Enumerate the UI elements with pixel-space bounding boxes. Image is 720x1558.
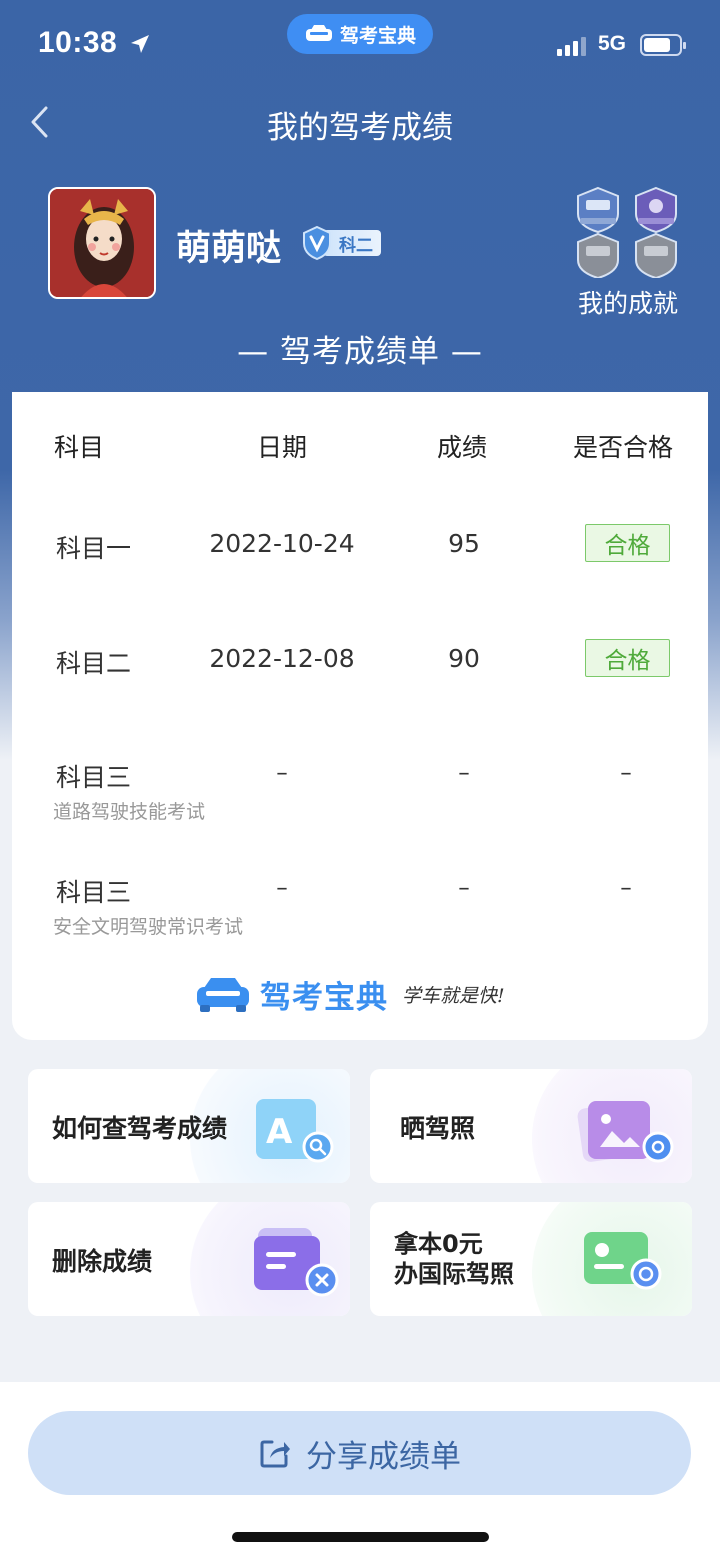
home-indicator xyxy=(232,1532,489,1542)
pass-badge: 合格 xyxy=(585,524,670,562)
row-score: 95 xyxy=(448,529,480,558)
tile-international-license[interactable]: 拿本0元 办国际驾照 xyxy=(370,1202,692,1316)
row-subject: 科目二 xyxy=(56,649,132,678)
score-sheet-card: 科目 日期 成绩 是否合格 科目一 2022-10-24 95 合格 科目二 2… xyxy=(12,392,708,1040)
row-score: – xyxy=(458,875,470,901)
share-button-label: 分享成绩单 xyxy=(306,1438,461,1475)
brand-slogan: 学车就是快! xyxy=(402,984,505,1007)
row-subject: 科目一 xyxy=(56,534,132,563)
photo-camera-icon xyxy=(577,1101,674,1163)
row-subject-note: 道路驾驶技能考试 xyxy=(53,801,206,823)
app-return-pill[interactable]: 驾考宝典 xyxy=(287,14,433,54)
row-score: 90 xyxy=(448,644,480,673)
share-score-button[interactable]: 分享成绩单 xyxy=(28,1411,691,1495)
column-header-score: 成绩 xyxy=(437,433,488,462)
row-result: – xyxy=(620,875,632,901)
achievements-label[interactable]: 我的成就 xyxy=(560,284,696,320)
network-type: 5G xyxy=(598,32,627,55)
column-header-pass: 是否合格 xyxy=(573,433,674,462)
brand-name: 驾考宝典 xyxy=(260,979,388,1016)
row-date: 2022-10-24 xyxy=(209,529,355,558)
signal-icon xyxy=(557,37,586,56)
score-sheet-title: — 驾考成绩单 — xyxy=(237,334,483,370)
level-badge: 科二 xyxy=(301,225,383,261)
avatar[interactable] xyxy=(48,187,156,299)
column-header-subject: 科目 xyxy=(54,433,105,462)
tile-label-line2: 办国际驾照 xyxy=(394,1260,514,1288)
brand-logo: 驾考宝典 学车就是快! xyxy=(194,970,554,1018)
row-result: – xyxy=(620,760,632,786)
car-icon xyxy=(305,25,332,41)
tile-label-line1: 拿本0元 xyxy=(394,1230,483,1258)
verified-shield-icon xyxy=(303,225,331,261)
delete-document-icon xyxy=(254,1228,339,1297)
row-date: – xyxy=(276,760,288,786)
share-icon xyxy=(260,1440,290,1468)
location-arrow-icon xyxy=(131,35,149,53)
app-pill-label: 驾考宝典 xyxy=(339,24,416,47)
medal-icon xyxy=(577,186,677,280)
row-subject-note: 安全文明驾驶常识考试 xyxy=(53,916,244,938)
svg-text:A: A xyxy=(266,1112,293,1152)
username: 萌萌哒 xyxy=(176,229,282,269)
tile-how-to-check-score[interactable]: 如何查驾考成绩 A xyxy=(28,1069,350,1183)
tile-label: 如何查驾考成绩 xyxy=(52,1114,228,1143)
car-logo-icon xyxy=(197,978,249,1012)
row-date: – xyxy=(276,875,288,901)
tile-label: 晒驾照 xyxy=(400,1114,476,1143)
status-time: 10:38 xyxy=(38,26,118,59)
tile-delete-score[interactable]: 删除成绩 xyxy=(28,1202,350,1316)
achievement-medals[interactable] xyxy=(576,186,680,280)
battery-icon xyxy=(640,34,686,56)
pass-badge: 合格 xyxy=(585,639,670,677)
tile-label: 拿本0元 办国际驾照 xyxy=(394,1229,514,1289)
tile-label: 删除成绩 xyxy=(52,1247,153,1276)
page-title: 我的驾考成绩 xyxy=(267,110,453,146)
search-document-icon: A xyxy=(256,1099,334,1163)
row-subject: 科目三 xyxy=(56,763,132,792)
id-card-globe-icon xyxy=(584,1232,662,1290)
row-date: 2022-12-08 xyxy=(209,644,355,673)
status-bar: 10:38 驾考宝典 5G xyxy=(0,0,720,92)
avatar-illustration xyxy=(50,189,154,297)
tile-show-license[interactable]: 晒驾照 xyxy=(370,1069,692,1183)
column-header-date: 日期 xyxy=(257,433,308,462)
row-subject: 科目三 xyxy=(56,878,132,907)
row-score: – xyxy=(458,760,470,786)
